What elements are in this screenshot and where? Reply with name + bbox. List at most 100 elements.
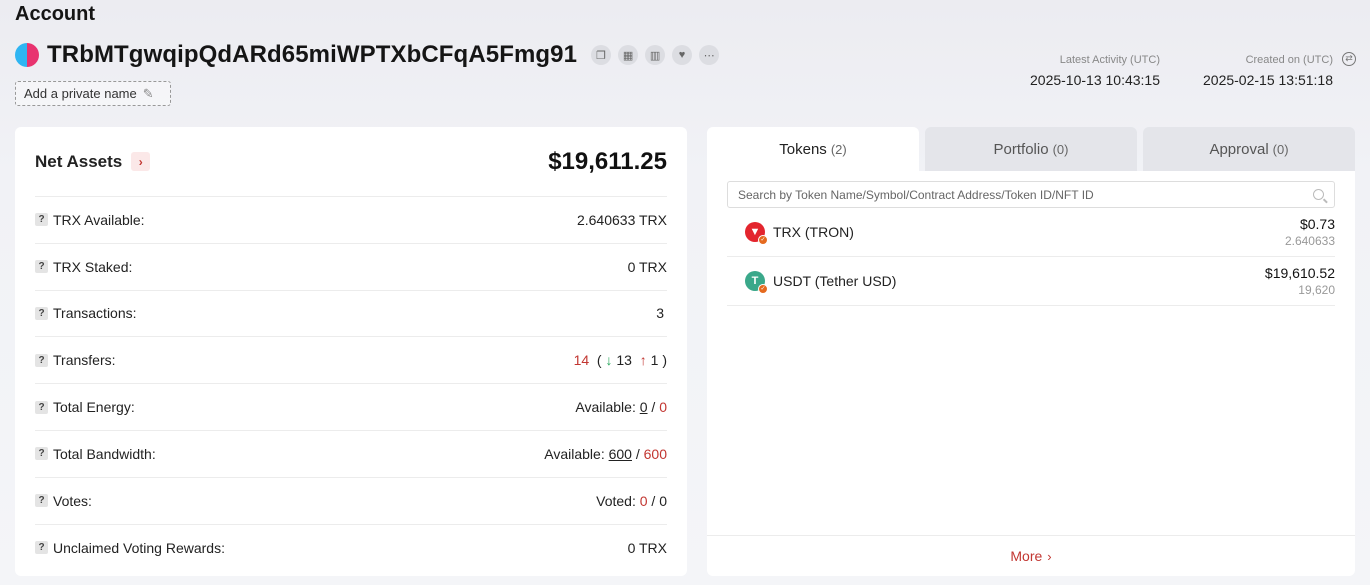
row-total-bandwidth: ? Total Bandwidth: Available: 600 / 600 bbox=[35, 431, 667, 478]
latest-activity-label: Latest Activity (UTC) bbox=[1059, 54, 1160, 66]
assets-panel: Tokens (2) Portfolio (0) Approval (0) Searc… bbox=[707, 127, 1355, 576]
help-icon[interactable]: ? bbox=[35, 541, 48, 555]
votes-total: 0 bbox=[659, 492, 667, 509]
pencil-icon: ✎ bbox=[142, 85, 154, 101]
energy-available[interactable]: 0 bbox=[640, 399, 648, 415]
token-name: USDT (Tether USD) bbox=[773, 273, 897, 289]
net-assets-label: Net Assets bbox=[35, 151, 123, 171]
created-on-label: Created on (UTC) bbox=[1245, 54, 1333, 66]
copy-icon[interactable]: ❐ bbox=[591, 45, 612, 65]
token-usd-value: $19,610.52 bbox=[1264, 265, 1335, 281]
transfers-label: Transfers: bbox=[53, 352, 116, 369]
token-amount: 2.640633 bbox=[1284, 234, 1335, 248]
votes-voted[interactable]: 0 bbox=[640, 493, 648, 509]
tab-approval[interactable]: Approval (0) bbox=[1143, 127, 1355, 171]
account-address: TRbMTgwqipQdARd65miWPTXbCFqA5Fmg91 bbox=[47, 41, 578, 68]
qr-code-icon[interactable]: ▦ bbox=[618, 45, 639, 65]
token-name: TRX (TRON) bbox=[773, 224, 854, 240]
row-votes: ? Votes: Voted: 0 / 0 bbox=[35, 478, 667, 525]
energy-available-prefix: Available: bbox=[575, 399, 636, 416]
verified-badge-icon: ✓ bbox=[758, 235, 768, 245]
trx-available-label: TRX Available: bbox=[53, 211, 145, 228]
transactions-label: Transactions: bbox=[53, 305, 137, 322]
latest-activity: Latest Activity (UTC) 2025-10-13 10:43:1… bbox=[1030, 54, 1160, 88]
chevron-right-icon: › bbox=[1047, 548, 1052, 564]
transactions-value[interactable]: 3 bbox=[656, 305, 667, 321]
address-actions: ❐ ▦ ▥ ♥ ⋯ bbox=[591, 45, 720, 65]
votes-prefix: Voted: bbox=[596, 492, 636, 509]
more-button[interactable]: More › bbox=[707, 535, 1355, 576]
transfers-value: 14 ( ↓ 13 ↑ 1 ) bbox=[573, 352, 667, 369]
token-row[interactable]: ▼ ✓ TRX (TRON) $0.73 2.640633 bbox=[727, 208, 1335, 257]
tab-label: Approval bbox=[1209, 140, 1269, 158]
tab-portfolio[interactable]: Portfolio (0) bbox=[925, 127, 1137, 171]
help-icon[interactable]: ? bbox=[35, 353, 48, 367]
row-trx-available: ? TRX Available: 2.640633 TRX bbox=[35, 197, 667, 244]
row-trx-staked: ? TRX Staked: 0 TRX bbox=[35, 244, 667, 291]
votes-label: Votes: bbox=[53, 492, 92, 509]
bandwidth-available[interactable]: 600 bbox=[609, 446, 632, 462]
tab-count: (0) bbox=[1272, 141, 1289, 157]
token-usd-value: $0.73 bbox=[1299, 216, 1335, 232]
row-unclaimed-rewards: ? Unclaimed Voting Rewards: 0 TRX bbox=[35, 525, 667, 572]
timezone-toggle-icon[interactable]: ⇄ bbox=[1342, 52, 1356, 66]
token-amount: 19,620 bbox=[1298, 283, 1335, 297]
help-icon[interactable]: ? bbox=[35, 400, 48, 414]
unclaimed-value: 0 TRX bbox=[627, 539, 667, 556]
bandwidth-total: 600 bbox=[643, 445, 667, 462]
total-energy-label: Total Energy: bbox=[53, 399, 135, 416]
tab-label: Portfolio bbox=[993, 140, 1049, 158]
net-assets-value: $19,611.25 bbox=[548, 147, 667, 175]
tether-icon: T ✓ bbox=[745, 271, 768, 294]
transfers-in[interactable]: 13 bbox=[616, 352, 632, 368]
total-energy-value: Available: 0 / 0 bbox=[575, 399, 667, 416]
search-icon[interactable] bbox=[1313, 189, 1324, 200]
help-icon[interactable]: ? bbox=[35, 213, 48, 227]
help-icon[interactable]: ? bbox=[35, 306, 48, 320]
token-search-input[interactable]: Search by Token Name/Symbol/Contract Add… bbox=[727, 181, 1335, 208]
row-transactions: ? Transactions: 3 bbox=[35, 291, 667, 338]
trx-available-value: 2.640633 TRX bbox=[576, 211, 667, 228]
heart-icon[interactable]: ♥ bbox=[672, 45, 693, 65]
latest-activity-value: 2025-10-13 10:43:15 bbox=[1030, 72, 1160, 88]
verified-badge-icon: ✓ bbox=[758, 284, 768, 294]
help-icon[interactable]: ? bbox=[35, 260, 48, 274]
created-on: Created on (UTC) 2025-02-15 13:51:18 bbox=[1203, 54, 1333, 88]
created-on-value: 2025-02-15 13:51:18 bbox=[1203, 72, 1333, 88]
arrow-up-icon: ↑ bbox=[639, 352, 647, 369]
tokens-tab-body: Search by Token Name/Symbol/Contract Add… bbox=[707, 171, 1355, 576]
chart-icon[interactable]: ▥ bbox=[645, 45, 666, 65]
unclaimed-label: Unclaimed Voting Rewards: bbox=[53, 539, 225, 556]
tab-tokens[interactable]: Tokens (2) bbox=[707, 127, 919, 171]
account-overview-panel: Net Assets › $19,611.25 ? TRX Available: … bbox=[15, 127, 687, 576]
page-title: Account bbox=[15, 3, 95, 25]
total-bandwidth-value: Available: 600 / 600 bbox=[544, 445, 667, 462]
help-icon[interactable]: ? bbox=[35, 494, 48, 508]
net-assets-chevron-icon[interactable]: › bbox=[131, 152, 151, 171]
add-private-name-button[interactable]: Add a private name ✎ bbox=[15, 81, 171, 106]
search-placeholder: Search by Token Name/Symbol/Contract Add… bbox=[738, 187, 1094, 202]
help-icon[interactable]: ? bbox=[35, 447, 48, 461]
trx-staked-label: TRX Staked: bbox=[53, 258, 133, 275]
bandwidth-available-prefix: Available: bbox=[544, 445, 605, 462]
token-row[interactable]: T ✓ USDT (Tether USD) $19,610.52 19,620 bbox=[727, 257, 1335, 306]
tab-count: (0) bbox=[1052, 141, 1069, 157]
net-assets-header: Net Assets › $19,611.25 bbox=[35, 127, 667, 197]
row-transfers: ? Transfers: 14 ( ↓ 13 ↑ 1 ) bbox=[35, 337, 667, 385]
more-options-icon[interactable]: ⋯ bbox=[699, 45, 720, 65]
transfers-out[interactable]: 1 bbox=[651, 352, 659, 368]
net-assets-title: Net Assets › bbox=[35, 151, 151, 172]
tab-label: Tokens bbox=[779, 140, 827, 158]
avatar bbox=[15, 43, 39, 67]
energy-total: 0 bbox=[659, 399, 667, 416]
arrow-down-icon: ↓ bbox=[605, 352, 613, 369]
trx-staked-value[interactable]: 0 TRX bbox=[628, 259, 667, 275]
tron-icon: ▼ ✓ bbox=[745, 222, 768, 245]
tab-count: (2) bbox=[830, 141, 847, 157]
address-row: TRbMTgwqipQdARd65miWPTXbCFqA5Fmg91 ❐ ▦ ▥… bbox=[15, 40, 720, 70]
total-bandwidth-label: Total Bandwidth: bbox=[53, 445, 156, 462]
private-name-label: Add a private name bbox=[24, 86, 137, 101]
transfers-total[interactable]: 14 bbox=[574, 352, 590, 368]
row-total-energy: ? Total Energy: Available: 0 / 0 bbox=[35, 384, 667, 431]
votes-value: Voted: 0 / 0 bbox=[596, 492, 667, 509]
